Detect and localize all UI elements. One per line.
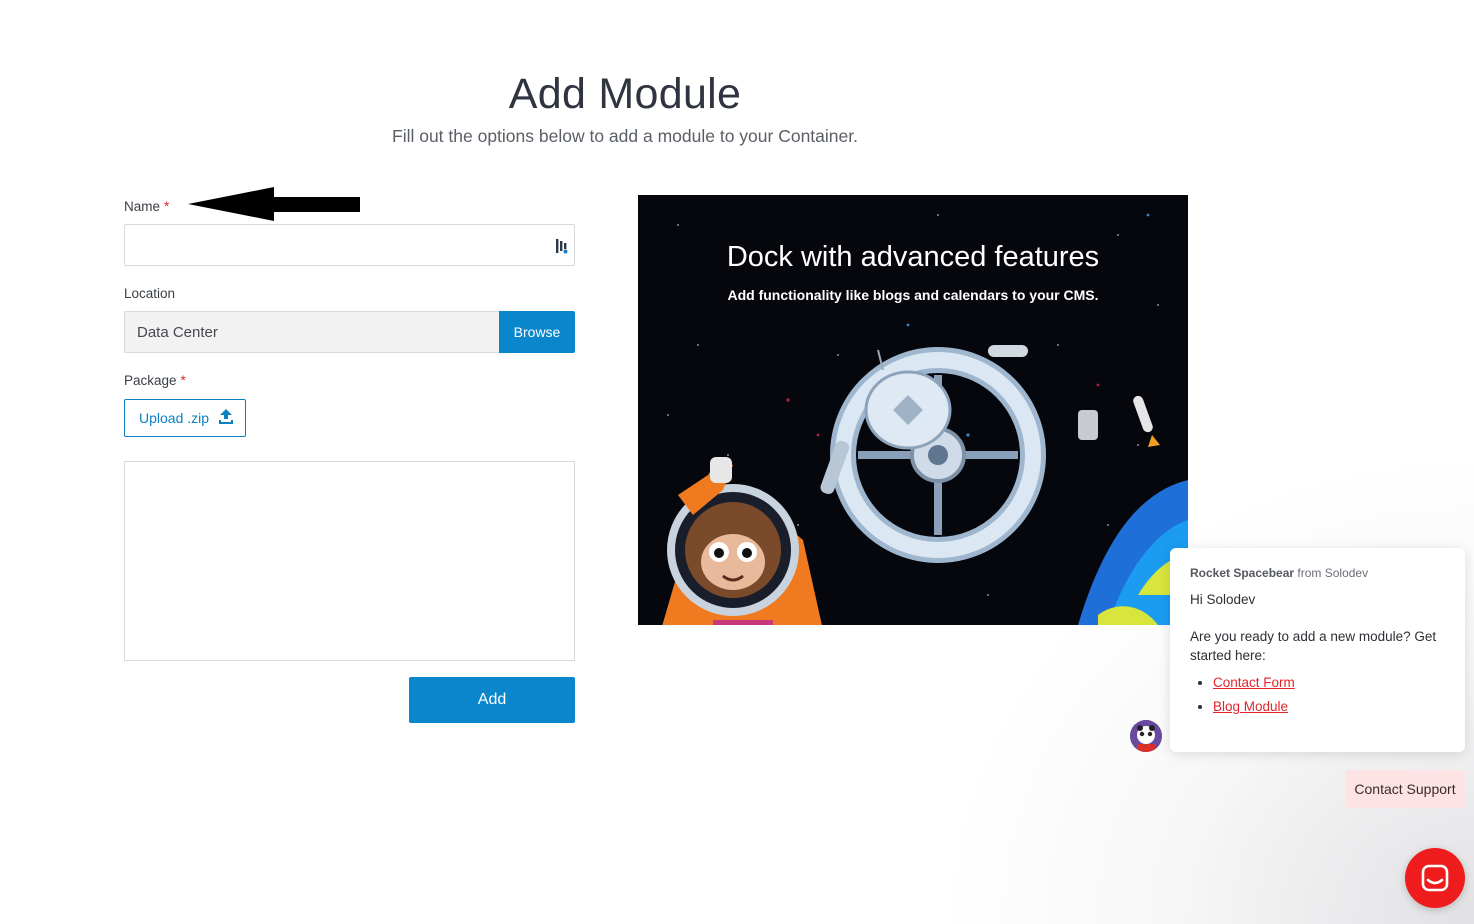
upload-label: Upload .zip xyxy=(139,410,210,426)
browse-button[interactable]: Browse xyxy=(499,311,575,353)
package-label-text: Package xyxy=(124,373,177,388)
chat-launcher-button[interactable] xyxy=(1405,848,1465,908)
chat-greeting: Hi Solodev xyxy=(1190,592,1256,607)
page-subtitle: Fill out the options below to add a modu… xyxy=(392,126,858,146)
add-button[interactable]: Add xyxy=(409,677,575,723)
name-label-text: Name xyxy=(124,199,161,214)
chat-launcher-icon xyxy=(1421,864,1449,892)
page-title: Add Module xyxy=(508,70,742,118)
banner-title: Dock with advanced features xyxy=(726,241,1100,273)
required-marker: * xyxy=(180,373,186,388)
package-label: Package * xyxy=(124,373,186,388)
chat-sender: Rocket Spacebear from Solodev xyxy=(1190,566,1445,580)
chat-sender-org: from Solodev xyxy=(1297,566,1369,580)
chat-message: Are you ready to add a new module? Get s… xyxy=(1190,629,1437,663)
required-marker: * xyxy=(164,199,170,214)
name-label: Name * xyxy=(124,199,169,214)
name-input[interactable] xyxy=(124,224,575,266)
list-item: Blog Module xyxy=(1213,699,1445,714)
blog-module-link[interactable]: Blog Module xyxy=(1213,699,1288,714)
upload-zip-button[interactable]: Upload .zip xyxy=(124,399,246,437)
list-item: Contact Form xyxy=(1213,675,1445,690)
password-manager-icon[interactable] xyxy=(556,238,568,254)
location-input: Data Center xyxy=(124,311,500,353)
chat-sender-name: Rocket Spacebear xyxy=(1190,566,1295,580)
arrow-left-annotation-icon xyxy=(188,187,360,221)
location-label: Location xyxy=(124,286,176,301)
package-drop-area[interactable] xyxy=(124,461,575,661)
contact-support-button[interactable]: Contact Support xyxy=(1345,770,1465,808)
upload-icon xyxy=(219,409,233,424)
spacebear-avatar-icon xyxy=(1130,720,1162,752)
banner-subtitle: Add functionality like blogs and calenda… xyxy=(727,287,1099,303)
chat-link-list: Contact Form Blog Module xyxy=(1190,675,1445,714)
chat-avatar[interactable] xyxy=(1130,720,1162,752)
feature-banner: Dock with advanced features Add function… xyxy=(638,195,1188,625)
chat-message-card: Rocket Spacebear from Solodev Hi Solodev… xyxy=(1170,548,1465,752)
contact-form-link[interactable]: Contact Form xyxy=(1213,675,1295,690)
